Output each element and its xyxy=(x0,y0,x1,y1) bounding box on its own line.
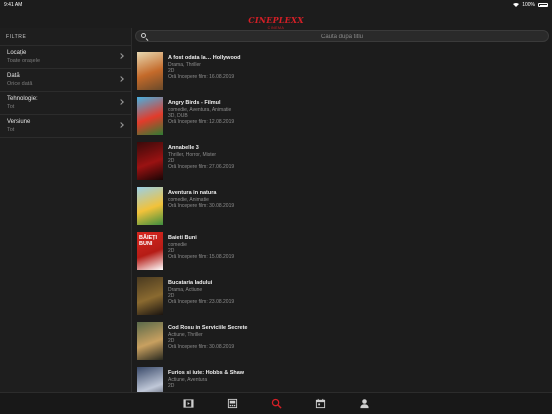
movie-row[interactable]: A fost odata la… Hollywood Drama, Thrille… xyxy=(132,48,552,93)
movie-meta: 2D xyxy=(168,383,175,389)
movie-title: Bucataria Iadului xyxy=(168,280,213,286)
status-time: 9:41 AM xyxy=(4,2,23,8)
movie-poster xyxy=(137,277,163,315)
filter-value: Toate orașele xyxy=(7,58,41,64)
filter-location[interactable]: Locație Toate orașele xyxy=(0,46,131,69)
movie-title: A fost odata la… Hollywood xyxy=(168,55,241,61)
tab-bar xyxy=(0,392,552,414)
movie-info: Baieti Buni comedie 2D Oră începere film: 1… xyxy=(168,235,544,260)
movie-meta: Oră începere film: 27.06.2019 xyxy=(168,164,235,170)
filter-sidebar: FILTRE Locație Toate orașele Dată Orice … xyxy=(0,28,132,392)
movie-title: Furios si iute: Hobbs & Shaw xyxy=(168,370,245,376)
search-input[interactable] xyxy=(150,32,534,41)
movie-row[interactable]: Angry Birds - Filmul comedie, Aventura, A… xyxy=(132,93,552,138)
movie-poster xyxy=(137,322,163,360)
profile-icon xyxy=(359,399,369,409)
filter-label: Locație xyxy=(7,50,27,56)
cinema-schedule-icon xyxy=(227,398,237,409)
movie-info: Bucataria Iadului Drama, Actiune 2D Oră înc… xyxy=(168,280,544,305)
movie-info: Furios si iute: Hobbs & Shaw Actiune, Ave… xyxy=(168,370,544,389)
filter-value: Orice dată xyxy=(7,81,33,87)
movie-row[interactable]: Annabelle 3 Thriller, Horror, Mister 2D Oră… xyxy=(132,138,552,183)
movie-meta: Oră începere film: 16.08.2019 xyxy=(168,74,235,80)
movie-title: Baieti Buni xyxy=(168,235,197,241)
status-right: 100% xyxy=(513,2,548,8)
cineplexx-logo: CINEPLEXX CINEMA xyxy=(248,11,304,30)
movie-meta: Oră începere film: 15.08.2019 xyxy=(168,254,235,260)
movie-info: A fost odata la… Hollywood Drama, Thrille… xyxy=(168,55,544,80)
search-bar[interactable] xyxy=(135,30,549,42)
search-icon xyxy=(271,398,282,409)
movie-list-panel: A fost odata la… HollywoodDrama, Thrille… xyxy=(132,28,552,392)
filter-label: Versiune xyxy=(7,119,31,125)
movie-info: Cod Rosu in Serviciile Secrete Actiune, T… xyxy=(168,325,544,350)
movie-poster xyxy=(137,97,163,135)
movie-row[interactable]: Furios si iute: Hobbs & Shaw Actiune, Ave… xyxy=(132,363,552,392)
movie-title: Angry Birds - Filmul xyxy=(168,100,221,106)
movie-poster: BĂIEȚI BUNI xyxy=(137,232,163,270)
movie-meta: Oră începere film: 12.08.2019 xyxy=(168,119,235,125)
battery-icon xyxy=(538,3,548,7)
tab-schedule[interactable] xyxy=(225,397,239,411)
movie-title: Cod Rosu in Serviciile Secrete xyxy=(168,325,248,331)
filter-date[interactable]: Dată Orice dată xyxy=(0,69,131,92)
movie-poster xyxy=(137,187,163,225)
movie-poster xyxy=(137,142,163,180)
movie-row[interactable]: Bucataria Iadului Drama, Actiune 2D Oră înc… xyxy=(132,273,552,318)
movie-row[interactable]: BĂIEȚI BUNI Baieti Buni comedie 2D Oră încep… xyxy=(132,228,552,273)
movie-row[interactable]: Aventura in natura comedie, Animatie Oră î… xyxy=(132,183,552,228)
film-icon xyxy=(182,399,194,408)
movie-meta: Oră începere film: 30.08.2019 xyxy=(168,203,235,209)
status-bar: 9:41 AM 100% xyxy=(0,0,552,9)
filter-technology[interactable]: Tehnologie: Tot xyxy=(0,92,131,115)
poster-title: BĂIEȚI BUNI xyxy=(139,235,158,247)
movie-info: Annabelle 3 Thriller, Horror, Mister 2D Oră… xyxy=(168,145,544,170)
sidebar-title: FILTRE xyxy=(0,28,131,46)
wifi-icon xyxy=(513,3,520,7)
calendar-icon xyxy=(315,398,325,409)
tab-profile[interactable] xyxy=(357,397,371,411)
movie-info: Angry Birds - Filmul comedie, Aventura, A… xyxy=(168,100,544,125)
logo-brand: CINEPLEXX xyxy=(248,15,304,25)
filter-value: Tot xyxy=(7,127,15,133)
tab-calendar[interactable] xyxy=(313,397,327,411)
movie-row[interactable]: Cod Rosu in Serviciile Secrete Actiune, T… xyxy=(132,318,552,363)
tab-films[interactable] xyxy=(181,397,195,411)
filter-label: Dată xyxy=(7,73,20,79)
movie-poster xyxy=(137,52,163,90)
movie-meta: Oră începere film: 23.08.2019 xyxy=(168,299,235,305)
search-icon xyxy=(141,33,146,38)
tab-search[interactable] xyxy=(269,397,283,411)
filter-label: Tehnologie: xyxy=(7,96,38,102)
movie-poster xyxy=(137,367,163,392)
movie-list: A fost odata la… Hollywood Drama, Thrille… xyxy=(132,48,552,392)
app-header: CINEPLEXX CINEMA xyxy=(0,9,552,30)
filter-version[interactable]: Versiune Tot xyxy=(0,115,131,138)
movie-title: Annabelle 3 xyxy=(168,145,199,151)
battery-percent: 100% xyxy=(522,2,535,8)
filter-value: Tot xyxy=(7,104,15,110)
movie-info: Aventura in natura comedie, Animatie Oră î… xyxy=(168,190,544,209)
movie-title: Aventura in natura xyxy=(168,190,217,196)
movie-meta: Oră începere film: 30.08.2019 xyxy=(168,344,235,350)
